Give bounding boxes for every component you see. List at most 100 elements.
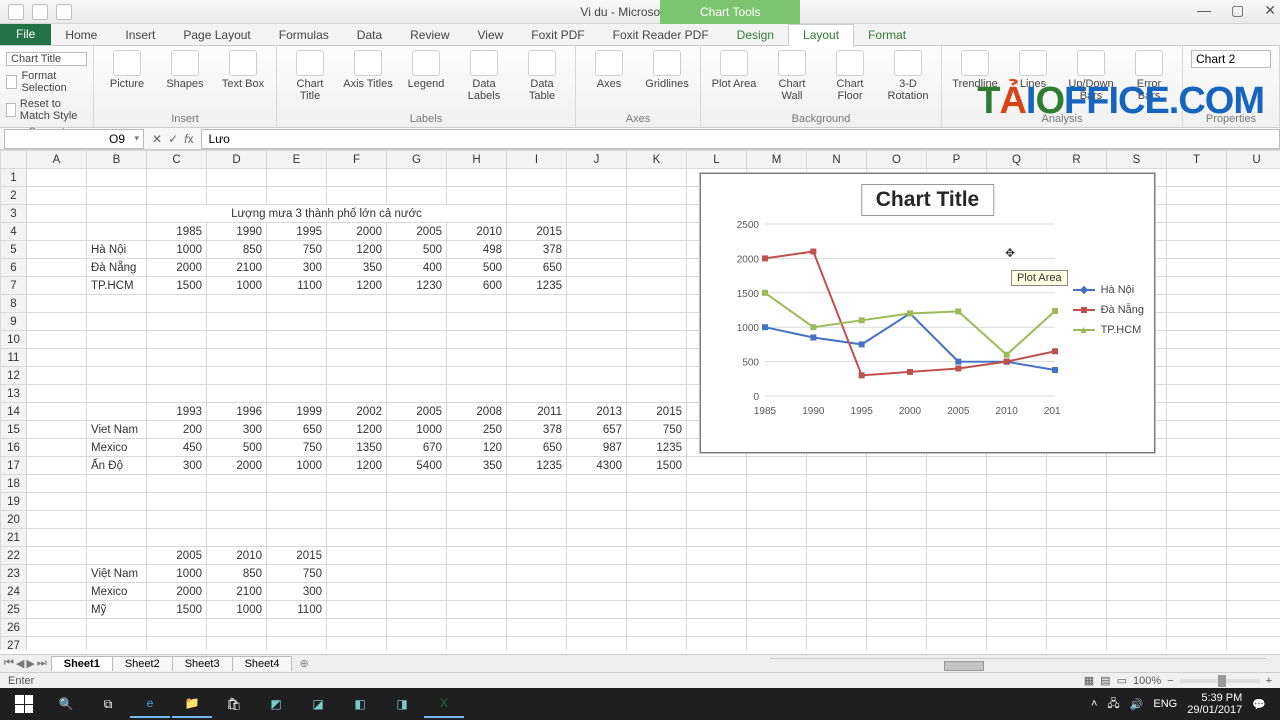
group-axes: Axes Gridlines Axes (576, 46, 701, 127)
chart-title[interactable]: Chart Title (861, 184, 994, 216)
group-label-background: Background (709, 113, 933, 125)
legend-item[interactable]: Hà Nội (1073, 284, 1144, 296)
axis-titles-button[interactable]: Axis Titles (343, 50, 393, 90)
tab-view[interactable]: View (464, 25, 518, 45)
fx-icon[interactable]: fx (184, 132, 193, 146)
excel-taskbar-icon[interactable]: X (424, 690, 464, 718)
store-icon[interactable]: 🛍 (214, 690, 254, 718)
enter-formula-icon[interactable]: ✓ (168, 132, 178, 146)
last-sheet-icon[interactable]: ⏭ (37, 657, 47, 670)
chart-tools-context: Chart Tools (660, 0, 800, 24)
tray-lang[interactable]: ENG (1153, 698, 1177, 710)
plot-area-icon (720, 50, 748, 76)
app-icon-3[interactable]: ◧ (340, 690, 380, 718)
formula-input[interactable]: Lưo (201, 129, 1280, 149)
data-table-button[interactable]: Data Table (517, 50, 567, 102)
next-sheet-icon[interactable]: ▶ (26, 657, 34, 670)
format-selection-button[interactable]: Format Selection (6, 70, 87, 94)
first-sheet-icon[interactable]: ⏮ (4, 657, 14, 670)
errorbars-icon (1135, 50, 1163, 76)
maximize-icon[interactable]: ▢ (1231, 2, 1244, 19)
textbox-button[interactable]: Text Box (218, 50, 268, 90)
data-labels-button[interactable]: Data Labels (459, 50, 509, 102)
edge-icon[interactable]: e (130, 690, 170, 718)
prev-sheet-icon[interactable]: ◀ (16, 657, 24, 670)
task-view-icon[interactable]: ⧉ (88, 690, 128, 718)
tray-clock[interactable]: 5:39 PM29/01/2017 (1187, 692, 1242, 716)
chart-floor-button[interactable]: Chart Floor (825, 50, 875, 102)
zoom-in-icon[interactable]: + (1266, 675, 1272, 687)
chart-element-combo[interactable]: Chart Title (6, 52, 87, 66)
quick-access-toolbar (0, 4, 80, 20)
rotation-button[interactable]: 3-D Rotation (883, 50, 933, 102)
horizontal-scrollbar[interactable] (770, 658, 1266, 672)
sheet-tab-3[interactable]: Sheet3 (172, 656, 233, 671)
svg-text:2500: 2500 (737, 220, 760, 231)
cancel-formula-icon[interactable]: ✕ (152, 132, 162, 146)
tray-notifications-icon[interactable]: 💬 (1252, 698, 1266, 711)
tray-network-icon[interactable]: 🖧 (1107, 695, 1119, 714)
tab-format[interactable]: Format (854, 25, 920, 45)
sheet-tab-1[interactable]: Sheet1 (51, 656, 113, 671)
tab-foxit-pdf[interactable]: Foxit PDF (517, 25, 598, 45)
start-button[interactable] (4, 690, 44, 718)
svg-text:1995: 1995 (851, 406, 874, 417)
app-icon-1[interactable]: ◩ (256, 690, 296, 718)
formula-bar: O9 ✕ ✓ fx Lưo (0, 128, 1280, 150)
explorer-icon[interactable]: 📁 (172, 690, 212, 718)
zoom-out-icon[interactable]: − (1167, 675, 1173, 687)
group-label-axes: Axes (584, 113, 692, 125)
reset-style-button[interactable]: Reset to Match Style (6, 98, 87, 122)
picture-button[interactable]: Picture (102, 50, 152, 90)
axes-button[interactable]: Axes (584, 50, 634, 90)
chart-object[interactable]: Chart Title 0500100015002000250019851990… (700, 173, 1155, 453)
zoom-slider[interactable] (1180, 679, 1260, 683)
shapes-icon (171, 50, 199, 76)
chart-name-input[interactable]: Chart 2 (1191, 50, 1271, 68)
tab-layout[interactable]: Layout (788, 24, 854, 46)
group-labels: Chart Title Axis Titles Legend Data Labe… (277, 46, 576, 127)
tab-page-layout[interactable]: Page Layout (169, 25, 264, 45)
tray-volume-icon[interactable]: 🔊 (1130, 698, 1144, 711)
save-icon[interactable] (8, 4, 24, 20)
close-icon[interactable]: ✕ (1264, 2, 1276, 19)
tab-insert[interactable]: Insert (111, 25, 169, 45)
legend-item[interactable]: Đà Nẵng (1073, 304, 1144, 316)
tab-design[interactable]: Design (723, 25, 788, 45)
zoom-level[interactable]: 100% (1133, 675, 1161, 687)
new-sheet-icon[interactable]: ⊕ (291, 657, 316, 670)
shapes-button[interactable]: Shapes (160, 50, 210, 90)
view-normal-icon[interactable]: ▦ (1084, 674, 1094, 687)
gridlines-button[interactable]: Gridlines (642, 50, 692, 90)
tab-data[interactable]: Data (343, 25, 396, 45)
tab-home[interactable]: Home (51, 25, 111, 45)
tray-chevron-icon[interactable]: ˄ (1091, 698, 1097, 710)
chart-legend[interactable]: Hà Nội Đà Nẵng TP.HCM (1073, 284, 1144, 336)
tab-formulas[interactable]: Formulas (265, 25, 343, 45)
view-layout-icon[interactable]: ▤ (1100, 674, 1110, 687)
legend-item[interactable]: TP.HCM (1073, 324, 1144, 336)
axis-titles-icon (354, 50, 382, 76)
tab-review[interactable]: Review (396, 25, 463, 45)
redo-icon[interactable] (56, 4, 72, 20)
group-current-selection: Chart Title Format Selection Reset to Ma… (0, 46, 94, 127)
plot-area-button[interactable]: Plot Area (709, 50, 759, 90)
app-icon-2[interactable]: ◪ (298, 690, 338, 718)
sheet-tab-2[interactable]: Sheet2 (112, 656, 173, 671)
search-icon[interactable]: 🔍 (46, 690, 86, 718)
legend-button[interactable]: Legend (401, 50, 451, 90)
ribbon: Chart Title Format Selection Reset to Ma… (0, 46, 1280, 128)
worksheet[interactable]: ABCDEFGHIJKLMNOPQRSTU123Lượng mưa 3 thàn… (0, 150, 1280, 650)
sheet-tab-4[interactable]: Sheet4 (232, 656, 293, 671)
tab-file[interactable]: File (0, 23, 51, 45)
tab-foxit-reader[interactable]: Foxit Reader PDF (599, 25, 723, 45)
undo-icon[interactable] (32, 4, 48, 20)
group-insert: Picture Shapes Text Box Insert (94, 46, 277, 127)
gridlines-icon (653, 50, 681, 76)
chart-title-button[interactable]: Chart Title (285, 50, 335, 102)
app-icon-4[interactable]: ◨ (382, 690, 422, 718)
view-break-icon[interactable]: ▭ (1117, 674, 1127, 687)
chart-wall-button[interactable]: Chart Wall (767, 50, 817, 102)
minimize-icon[interactable]: — (1197, 2, 1211, 19)
name-box[interactable]: O9 (4, 129, 144, 149)
